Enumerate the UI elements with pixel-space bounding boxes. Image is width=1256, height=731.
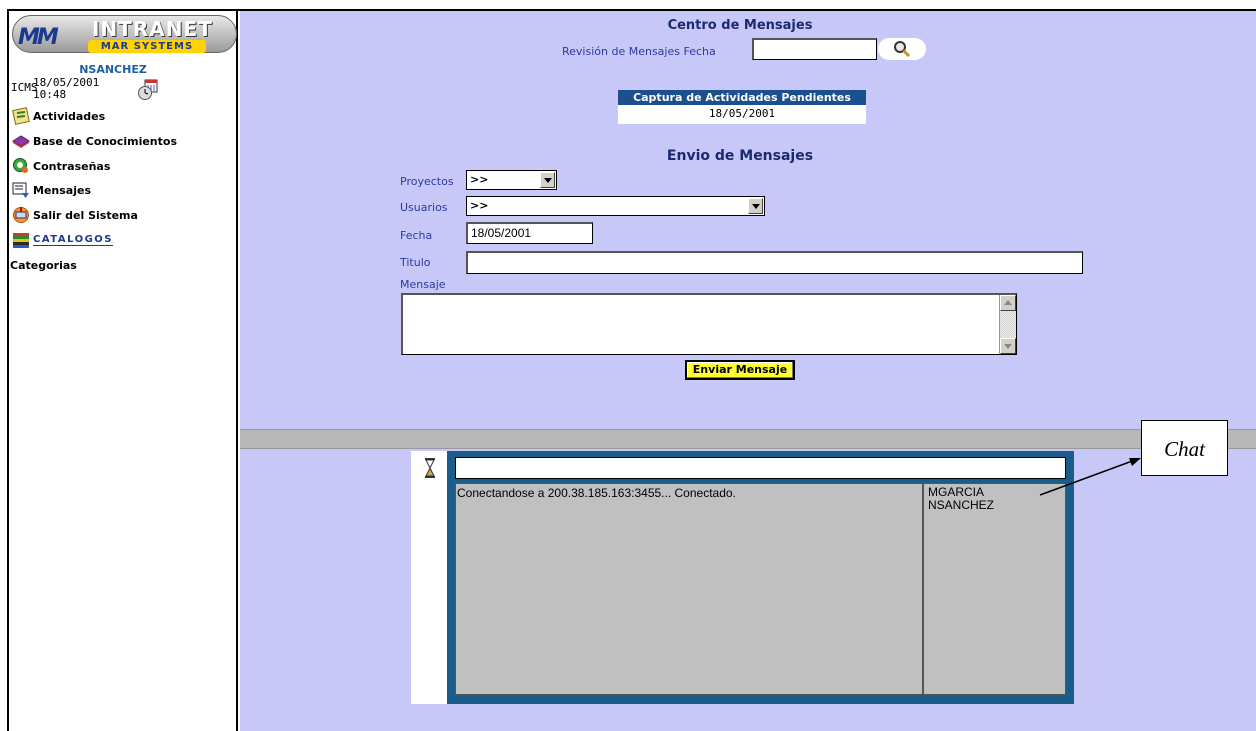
fecha-label: Fecha [400, 229, 433, 242]
chevron-down-icon[interactable] [748, 198, 763, 214]
pending-activities-table: Captura de Actividades Pendientes 18/05/… [618, 90, 866, 124]
sidebar-item-label: Salir del Sistema [33, 208, 138, 222]
exit-icon [13, 207, 29, 223]
sidebar-item-label: Actividades [33, 109, 106, 123]
search-button[interactable] [878, 38, 926, 60]
system-time: 10:48 [33, 88, 67, 101]
sidebar-item-categorias[interactable]: Categorias [10, 255, 77, 275]
chat-users-list[interactable]: MGARCIA NSANCHEZ [923, 483, 1066, 695]
chat-log[interactable]: Conectandose a 200.38.185.163:3455... Co… [455, 483, 923, 695]
scroll-up-icon[interactable] [1000, 295, 1016, 311]
username: NSANCHEZ [79, 63, 147, 76]
search-icon [894, 41, 911, 58]
chat-user-item[interactable]: NSANCHEZ [928, 499, 1061, 512]
sidebar-item-label: Mensajes [33, 183, 91, 197]
usuarios-label: Usuarios [400, 201, 448, 214]
system-info: ICMS 18/05/2001 10:48 [11, 77, 99, 101]
sidebar-item-mensajes[interactable]: Mensajes [12, 180, 91, 200]
review-date-label: Revisión de Mensajes Fecha [562, 45, 716, 58]
titulo-input[interactable] [466, 251, 1083, 274]
proyectos-selected: >> [470, 173, 489, 186]
callout-arrow-icon [1039, 458, 1141, 496]
mensaje-scrollbar[interactable] [999, 295, 1016, 354]
logo-title: INTRANET [92, 17, 213, 41]
sidebar-item-actividades[interactable]: Actividades [12, 106, 105, 126]
send-messages-title: Envio de Mensajes [666, 148, 814, 164]
logo-subtitle: MAR SYSTEMS [88, 40, 206, 53]
titulo-label: Titulo [400, 256, 431, 269]
system-datetime: 18/05/2001 10:48 [33, 77, 99, 101]
page-title: Centro de Mensajes [667, 18, 813, 33]
sidebar-item-label: Categorias [10, 258, 77, 272]
pending-activities-header[interactable]: Captura de Actividades Pendientes [618, 90, 866, 105]
logo-mark-icon: MM [18, 25, 59, 50]
catalogs-icon [13, 233, 29, 248]
proyectos-select[interactable]: >> [466, 170, 557, 190]
sidebar-item-base-de-conocimientos[interactable]: Base de Conocimientos [12, 131, 177, 151]
chat-input[interactable] [455, 457, 1066, 479]
sidebar-item-label: Base de Conocimientos [33, 134, 178, 148]
proyectos-label: Proyectos [400, 175, 454, 188]
messages-icon [12, 182, 29, 198]
pending-activities-date[interactable]: 18/05/2001 [618, 105, 866, 122]
chat-callout: Chat [1141, 420, 1228, 476]
calendar-clock-icon[interactable] [137, 79, 159, 101]
usuarios-select[interactable]: >> [466, 196, 765, 216]
sidebar-item-catalogos[interactable]: CATALOGOS [12, 230, 114, 250]
mensaje-label: Mensaje [400, 278, 446, 291]
mensaje-textarea[interactable] [401, 293, 1017, 355]
sidebar-item-label: CATALOGOS [33, 234, 114, 246]
review-date-input[interactable] [752, 38, 877, 60]
hourglass-icon [425, 458, 435, 478]
chat-applet-margin [411, 451, 447, 704]
knowledge-base-icon [12, 135, 30, 148]
activities-icon [12, 107, 30, 125]
send-message-button[interactable]: Enviar Mensaje [685, 360, 795, 380]
intranet-logo[interactable]: MM INTRANET MAR SYSTEMS [12, 15, 237, 61]
sidebar-item-label: Contraseñas [33, 159, 111, 173]
sidebar-item-contrasenas[interactable]: Contraseñas [12, 156, 110, 176]
scroll-down-icon[interactable] [1000, 338, 1016, 354]
fecha-input[interactable]: 18/05/2001 [466, 222, 593, 244]
sidebar-item-salir-del-sistema[interactable]: Salir del Sistema [12, 205, 138, 225]
chat-applet: Conectandose a 200.38.185.163:3455... Co… [447, 451, 1074, 704]
chevron-down-icon[interactable] [540, 172, 555, 188]
passwords-icon [13, 158, 28, 173]
frame-divider[interactable] [240, 429, 1256, 449]
sidebar: MM INTRANET MAR SYSTEMS NSANCHEZ ICMS 18… [9, 11, 238, 731]
usuarios-selected: >> [470, 199, 489, 212]
